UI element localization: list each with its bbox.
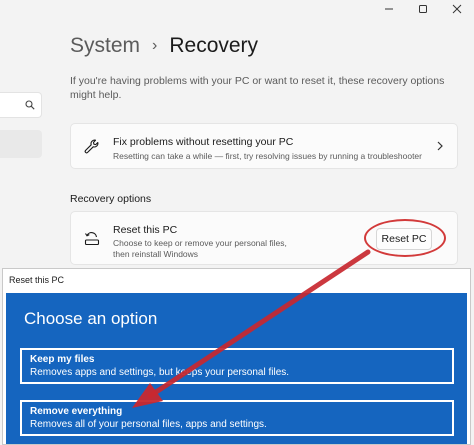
option-title: Remove everything (30, 406, 123, 417)
nav-selected-item[interactable] (0, 130, 42, 158)
breadcrumb-separator: › (152, 37, 158, 54)
dialog-title: Reset this PC (9, 275, 65, 285)
minimize-button[interactable] (372, 0, 406, 18)
dialog-body: Choose an option Keep my files Removes a… (6, 293, 467, 444)
minimize-icon (385, 8, 393, 10)
maximize-button[interactable] (406, 0, 440, 18)
reset-dialog: Reset this PC Choose an option Keep my f… (2, 268, 471, 445)
fix-problems-description: Resetting can take a while — first, try … (113, 151, 422, 161)
breadcrumb-system[interactable]: System (70, 34, 140, 58)
nav-search-input[interactable] (0, 92, 42, 118)
page-title: Recovery (169, 34, 259, 57)
chevron-right-icon (437, 141, 443, 151)
remove-everything-option[interactable]: Remove everything Removes all of your pe… (20, 400, 454, 436)
recovery-options-label: Recovery options (70, 193, 152, 205)
option-description: Removes apps and settings, but keeps you… (30, 367, 290, 378)
reset-pc-button[interactable]: Reset PC (376, 228, 432, 250)
reset-pc-description: Choose to keep or remove your personal f… (113, 238, 287, 259)
fix-problems-title: Fix problems without resetting your PC (113, 136, 294, 148)
option-description: Removes all of your personal files, apps… (30, 419, 267, 430)
dialog-heading: Choose an option (24, 309, 158, 328)
option-title: Keep my files (30, 354, 95, 365)
maximize-icon (419, 5, 427, 13)
breadcrumb: System › Recovery (70, 34, 258, 58)
wrench-icon (84, 139, 99, 154)
window-controls (372, 0, 474, 18)
reset-pc-icon (84, 232, 100, 246)
reset-pc-title: Reset this PC (113, 224, 178, 236)
keep-my-files-option[interactable]: Keep my files Removes apps and settings,… (20, 348, 454, 384)
close-icon (452, 4, 462, 14)
fix-problems-card[interactable]: Fix problems without resetting your PC R… (70, 123, 458, 169)
intro-text: If you're having problems with your PC o… (70, 75, 445, 101)
close-button[interactable] (440, 0, 474, 18)
search-icon (25, 100, 35, 110)
